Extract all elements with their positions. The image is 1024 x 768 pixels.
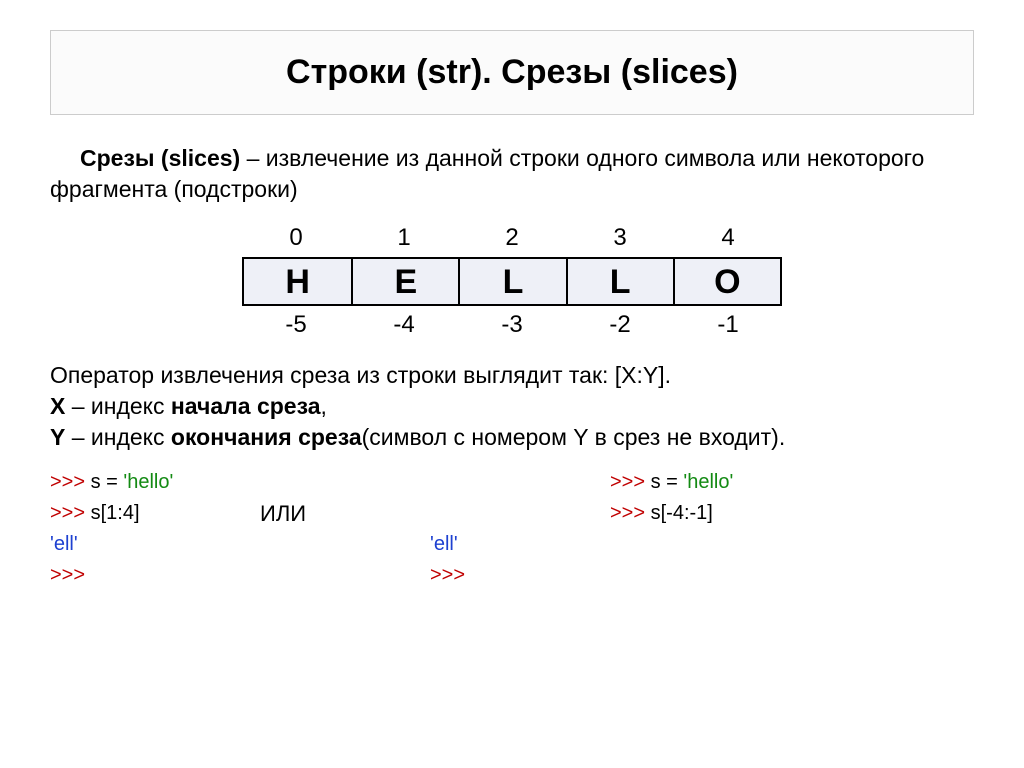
- positive-index-row: 0 1 2 3 4: [242, 219, 782, 257]
- code-line: 'ell': [430, 529, 610, 560]
- intro-paragraph: Срезы (slices) – извлечение из данной ст…: [50, 143, 974, 205]
- letter-cell-0: H: [244, 259, 351, 304]
- explain-x: X: [50, 393, 65, 419]
- neg-idx-2: -3: [458, 306, 566, 344]
- explain-y-label: окончания среза: [171, 424, 362, 450]
- explain-x-label: начала среза: [171, 393, 321, 419]
- code-col-left: >>> s = 'hello' >>> s[1:4] 'ell' >>>: [50, 467, 260, 591]
- code-line: >>> s = 'hello': [610, 467, 780, 498]
- neg-idx-0: -5: [242, 306, 350, 344]
- index-diagram: 0 1 2 3 4 H E L L O -5 -4 -3 -2 -1: [242, 219, 782, 344]
- intro-term: Срезы (slices): [80, 145, 240, 171]
- code-line: [430, 467, 610, 498]
- explain-y: Y: [50, 424, 65, 450]
- negative-index-row: -5 -4 -3 -2 -1: [242, 306, 782, 344]
- pos-idx-3: 3: [566, 219, 674, 257]
- letter-cell-1: E: [351, 259, 458, 304]
- code-line: >>> s[-4:-1]: [610, 498, 780, 529]
- explanation: Оператор извлечения среза из строки выгл…: [50, 360, 974, 453]
- neg-idx-4: -1: [674, 306, 782, 344]
- pos-idx-4: 4: [674, 219, 782, 257]
- code-col-right: >>> s = 'hello' >>> s[-4:-1]: [610, 467, 780, 591]
- code-line: >>> s = 'hello': [50, 467, 260, 498]
- neg-idx-1: -4: [350, 306, 458, 344]
- code-examples: >>> s = 'hello' >>> s[1:4] 'ell' >>> ИЛИ…: [50, 467, 974, 591]
- letter-cell-2: L: [458, 259, 565, 304]
- pos-idx-2: 2: [458, 219, 566, 257]
- or-word: ИЛИ: [260, 501, 306, 526]
- title-box: Строки (str). Срезы (slices): [50, 30, 974, 115]
- letter-cell-4: O: [673, 259, 780, 304]
- code-line: >>>: [50, 560, 260, 591]
- letters-row: H E L L O: [242, 257, 782, 306]
- explain-line1: Оператор извлечения среза из строки выгл…: [50, 362, 671, 388]
- code-line: 'ell': [50, 529, 260, 560]
- neg-idx-3: -2: [566, 306, 674, 344]
- code-line: >>> s[1:4]: [50, 498, 260, 529]
- page-title: Строки (str). Срезы (slices): [61, 53, 963, 92]
- letter-cell-3: L: [566, 259, 673, 304]
- pos-idx-1: 1: [350, 219, 458, 257]
- code-col-mid: 'ell' >>>: [430, 467, 610, 591]
- code-col-or: ИЛИ: [260, 467, 430, 591]
- code-line: [430, 498, 610, 529]
- code-line: >>>: [430, 560, 610, 591]
- pos-idx-0: 0: [242, 219, 350, 257]
